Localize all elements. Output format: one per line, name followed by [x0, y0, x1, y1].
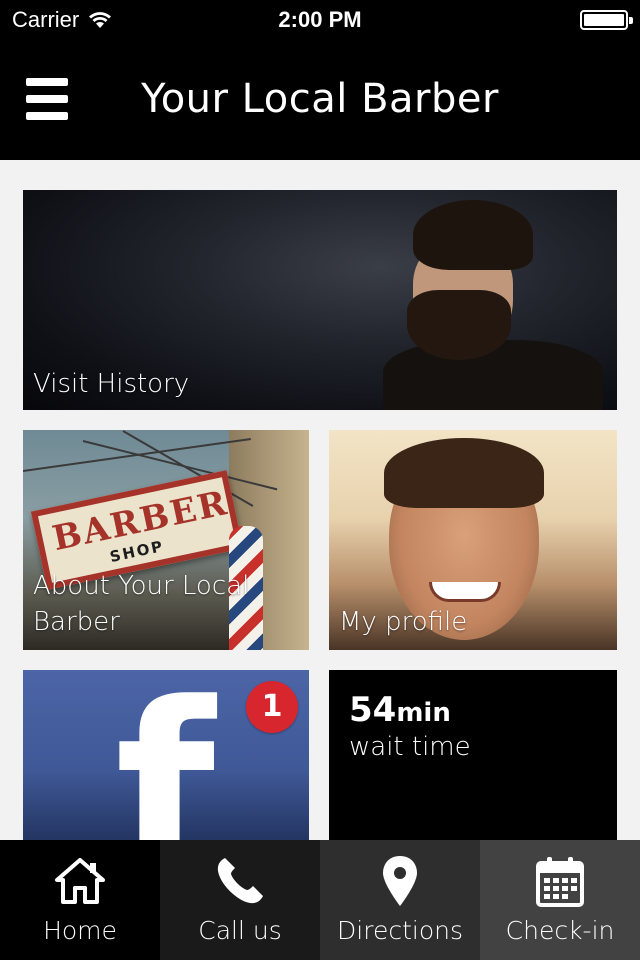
tab-call-us-label: Call us: [198, 916, 282, 945]
calendar-icon: [536, 857, 584, 907]
tab-directions[interactable]: Directions: [320, 840, 480, 960]
tab-home[interactable]: Home: [0, 840, 160, 960]
wait-time-unit: min: [396, 698, 451, 728]
bottom-tab-bar: Home Call us Directions Check-in: [0, 840, 640, 960]
home-icon: [55, 858, 105, 904]
page-title: Your Local Barber: [141, 76, 499, 122]
notification-badge: 1: [246, 681, 298, 733]
facebook-icon: f: [115, 670, 216, 841]
wait-time-value: 54min: [349, 690, 451, 730]
tab-check-in-label: Check-in: [505, 916, 615, 945]
visit-history-tile[interactable]: Visit History: [23, 190, 617, 410]
wait-time-label: wait time: [349, 732, 471, 762]
map-pin-icon: [383, 856, 417, 906]
status-time: 2:00 PM: [278, 7, 362, 32]
status-bar: Carrier 2:00 PM: [0, 0, 640, 40]
tab-check-in[interactable]: Check-in: [480, 840, 640, 960]
about-label-line1: About Your Local: [33, 571, 250, 601]
tab-call-us[interactable]: Call us: [160, 840, 320, 960]
wait-time-tile[interactable]: 54min wait time: [329, 670, 617, 840]
my-profile-label: My profile: [339, 607, 468, 637]
about-tile[interactable]: BARBER SHOP About Your Local Barber: [23, 430, 309, 650]
wait-time-number: 54: [349, 690, 397, 730]
battery-icon: [580, 10, 633, 30]
phone-icon: [217, 858, 263, 904]
about-label-line2: Barber: [33, 607, 120, 637]
visit-history-label: Visit History: [33, 369, 190, 399]
my-profile-tile[interactable]: My profile: [329, 430, 617, 650]
app-header: Your Local Barber: [0, 40, 640, 160]
bearded-man-photo: [383, 200, 603, 410]
tab-directions-label: Directions: [337, 916, 463, 945]
tab-home-label: Home: [43, 916, 117, 945]
